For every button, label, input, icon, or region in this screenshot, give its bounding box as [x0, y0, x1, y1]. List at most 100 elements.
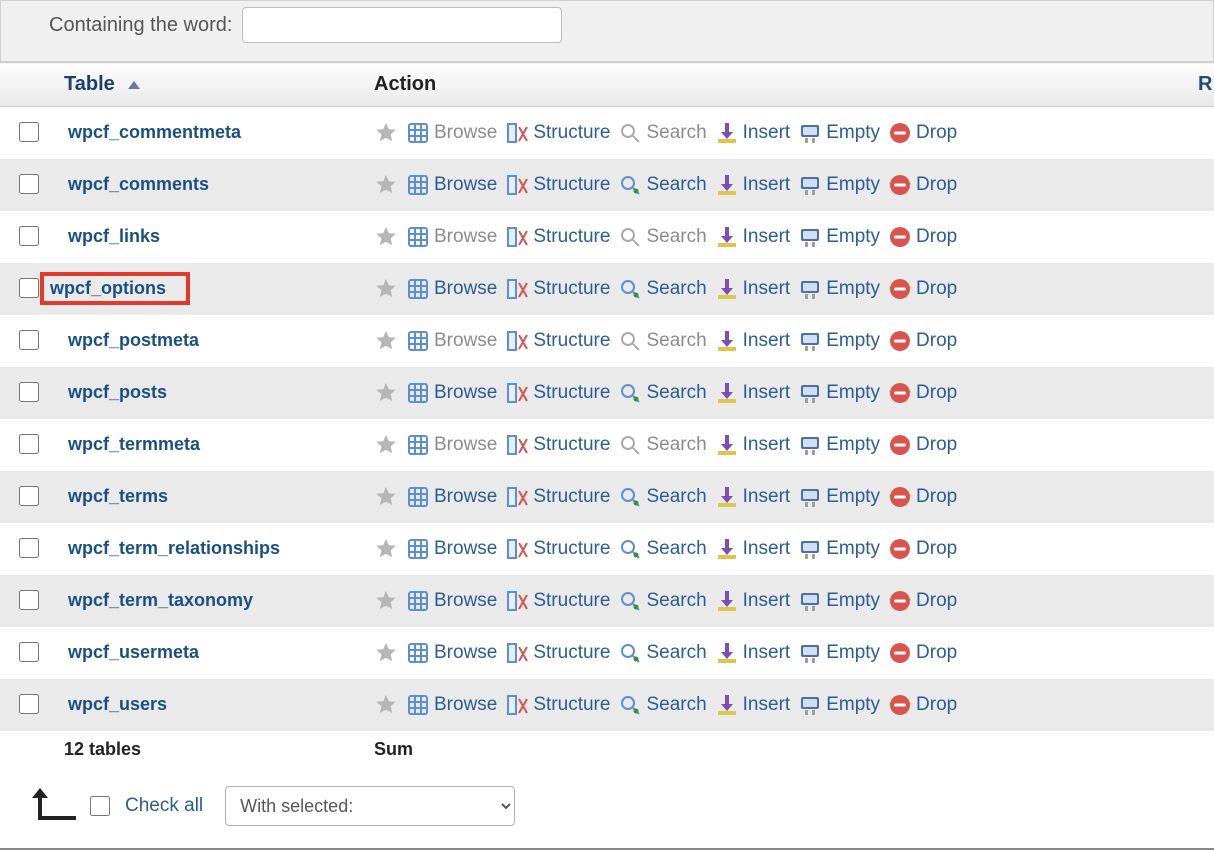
insert-link[interactable]: Insert [715, 121, 791, 145]
structure-link[interactable]: Structure [505, 485, 610, 509]
header-rows[interactable]: R [1190, 63, 1214, 107]
insert-link[interactable]: Insert [715, 641, 791, 665]
insert-link[interactable]: Insert [715, 589, 791, 613]
browse-link[interactable]: Browse [406, 173, 497, 197]
empty-link[interactable]: Empty [798, 225, 880, 249]
drop-link[interactable]: Drop [888, 485, 957, 509]
row-checkbox[interactable] [19, 122, 39, 142]
drop-link[interactable]: Drop [888, 121, 957, 145]
drop-link[interactable]: Drop [888, 173, 957, 197]
search-link[interactable]: Search [618, 121, 706, 145]
favorite-star-icon[interactable] [374, 225, 398, 249]
row-checkbox[interactable] [19, 382, 39, 402]
search-link[interactable]: Search [618, 225, 706, 249]
structure-link[interactable]: Structure [505, 589, 610, 613]
insert-link[interactable]: Insert [715, 225, 791, 249]
row-checkbox[interactable] [19, 226, 39, 246]
drop-link[interactable]: Drop [888, 693, 957, 717]
search-link[interactable]: Search [618, 537, 706, 561]
structure-link[interactable]: Structure [505, 433, 610, 457]
table-name-link[interactable]: wpcf_term_taxonomy [64, 588, 257, 613]
search-link[interactable]: Search [618, 329, 706, 353]
table-name-link[interactable]: wpcf_term_relationships [64, 536, 284, 561]
row-checkbox[interactable] [19, 538, 39, 558]
insert-link[interactable]: Insert [715, 693, 791, 717]
browse-link[interactable]: Browse [406, 641, 497, 665]
drop-link[interactable]: Drop [888, 225, 957, 249]
search-link[interactable]: Search [618, 641, 706, 665]
favorite-star-icon[interactable] [374, 537, 398, 561]
empty-link[interactable]: Empty [798, 485, 880, 509]
search-link[interactable]: Search [618, 693, 706, 717]
drop-link[interactable]: Drop [888, 641, 957, 665]
search-link[interactable]: Search [618, 485, 706, 509]
browse-link[interactable]: Browse [406, 121, 497, 145]
row-checkbox[interactable] [19, 642, 39, 662]
insert-link[interactable]: Insert [715, 485, 791, 509]
structure-link[interactable]: Structure [505, 381, 610, 405]
with-selected-dropdown[interactable]: With selected: [225, 786, 515, 826]
structure-link[interactable]: Structure [505, 693, 610, 717]
search-link[interactable]: Search [618, 277, 706, 301]
table-name-link[interactable]: wpcf_posts [64, 380, 171, 405]
browse-link[interactable]: Browse [406, 693, 497, 717]
drop-link[interactable]: Drop [888, 589, 957, 613]
structure-link[interactable]: Structure [505, 173, 610, 197]
drop-link[interactable]: Drop [888, 329, 957, 353]
insert-link[interactable]: Insert [715, 537, 791, 561]
favorite-star-icon[interactable] [374, 121, 398, 145]
favorite-star-icon[interactable] [374, 589, 398, 613]
browse-link[interactable]: Browse [406, 485, 497, 509]
browse-link[interactable]: Browse [406, 329, 497, 353]
row-checkbox[interactable] [19, 278, 39, 298]
check-all[interactable]: Check all [86, 793, 203, 819]
structure-link[interactable]: Structure [505, 329, 610, 353]
empty-link[interactable]: Empty [798, 693, 880, 717]
browse-link[interactable]: Browse [406, 589, 497, 613]
structure-link[interactable]: Structure [505, 537, 610, 561]
search-link[interactable]: Search [618, 381, 706, 405]
structure-link[interactable]: Structure [505, 121, 610, 145]
table-name-link[interactable]: wpcf_users [64, 692, 171, 717]
row-checkbox[interactable] [19, 330, 39, 350]
table-name-link[interactable]: wpcf_postmeta [64, 328, 203, 353]
empty-link[interactable]: Empty [798, 329, 880, 353]
empty-link[interactable]: Empty [798, 173, 880, 197]
table-name-link[interactable]: wpcf_usermeta [64, 640, 203, 665]
table-name-link[interactable]: wpcf_terms [64, 484, 172, 509]
favorite-star-icon[interactable] [374, 641, 398, 665]
empty-link[interactable]: Empty [798, 277, 880, 301]
drop-link[interactable]: Drop [888, 277, 957, 301]
row-checkbox[interactable] [19, 590, 39, 610]
browse-link[interactable]: Browse [406, 537, 497, 561]
drop-link[interactable]: Drop [888, 433, 957, 457]
browse-link[interactable]: Browse [406, 381, 497, 405]
search-link[interactable]: Search [618, 589, 706, 613]
row-checkbox[interactable] [19, 486, 39, 506]
favorite-star-icon[interactable] [374, 485, 398, 509]
table-name-link[interactable]: wpcf_links [64, 224, 164, 249]
empty-link[interactable]: Empty [798, 381, 880, 405]
table-name-link[interactable]: wpcf_commentmeta [64, 120, 245, 145]
insert-link[interactable]: Insert [715, 381, 791, 405]
browse-link[interactable]: Browse [406, 433, 497, 457]
header-table[interactable]: Table [56, 63, 366, 107]
browse-link[interactable]: Browse [406, 277, 497, 301]
insert-link[interactable]: Insert [715, 329, 791, 353]
table-name-link[interactable]: wpcf_termmeta [64, 432, 204, 457]
favorite-star-icon[interactable] [374, 277, 398, 301]
search-link[interactable]: Search [618, 173, 706, 197]
empty-link[interactable]: Empty [798, 589, 880, 613]
drop-link[interactable]: Drop [888, 537, 957, 561]
table-name-link[interactable]: wpcf_comments [64, 172, 213, 197]
insert-link[interactable]: Insert [715, 433, 791, 457]
insert-link[interactable]: Insert [715, 173, 791, 197]
favorite-star-icon[interactable] [374, 381, 398, 405]
row-checkbox[interactable] [19, 694, 39, 714]
insert-link[interactable]: Insert [715, 277, 791, 301]
structure-link[interactable]: Structure [505, 641, 610, 665]
empty-link[interactable]: Empty [798, 641, 880, 665]
favorite-star-icon[interactable] [374, 329, 398, 353]
favorite-star-icon[interactable] [374, 693, 398, 717]
search-link[interactable]: Search [618, 433, 706, 457]
